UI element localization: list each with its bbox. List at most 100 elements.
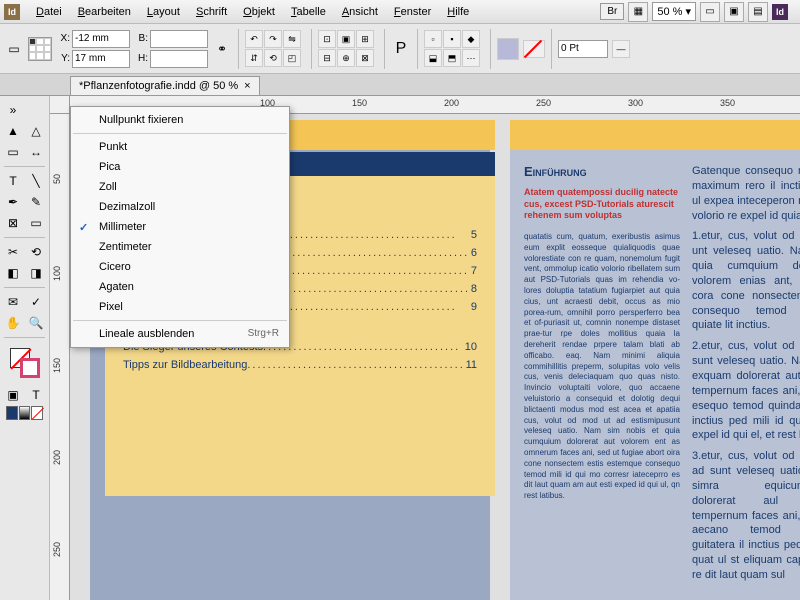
menu-abelle[interactable]: Tabelle [283,3,334,21]
stroke-swatch[interactable] [523,40,545,58]
x-input[interactable] [72,30,130,48]
constrain-icon[interactable]: ⚭ [212,39,232,59]
zoom-select[interactable]: 50 % ▾ [652,2,696,21]
document-tab-title: *Pflanzenfotografie.indd @ 50 % [79,80,238,92]
zoom-tool[interactable]: 🔍 [25,313,47,333]
document-tab[interactable]: *Pflanzenfotografie.indd @ 50 % × [70,76,260,95]
stroke-style-icon[interactable]: — [612,40,630,58]
center-content-icon[interactable]: ⊕ [337,49,355,67]
wrap-jump-icon[interactable]: ⬓ [424,49,442,67]
intro-subtitle: Atatem quatempossi ducilig natecte cus, … [524,187,680,222]
menu-bjekt[interactable]: Objekt [235,3,283,21]
menu-earbeiten[interactable]: Bearbeiten [70,3,139,21]
wrap-bbox-icon[interactable]: ▪ [443,30,461,48]
y-label: Y: [56,53,70,64]
ctx-pixel[interactable]: Pixel [71,297,289,317]
menu-ilfe[interactable]: Hilfe [439,3,477,21]
menu-nsicht[interactable]: Ansicht [334,3,386,21]
ctx-dezimalzoll[interactable]: Dezimalzoll [71,197,289,217]
ruler-v-tick: 150 [52,358,62,373]
fill-stroke-swatch[interactable] [10,348,40,378]
wrap-none-icon[interactable]: ▫ [424,30,442,48]
fill-swatch[interactable] [497,38,519,60]
hand-tool[interactable]: ✋ [2,313,24,333]
ctx-zoll[interactable]: Zoll [71,177,289,197]
app-icon: Id [4,4,20,20]
ruler-v-tick: 200 [52,450,62,465]
ruler-origin[interactable] [50,96,70,114]
scissors-tool[interactable]: ✂ [2,242,24,262]
fit-frame-icon[interactable]: ⊟ [318,49,336,67]
x-label: X: [56,33,70,44]
fill-frame-icon[interactable]: ⊠ [356,49,374,67]
wrap-shape-icon[interactable]: ◆ [462,30,480,48]
gradient-swatch-tool[interactable]: ◧ [2,263,24,283]
selection-tool[interactable]: ▲ [2,121,24,141]
fit-content-icon[interactable]: ⊞ [356,30,374,48]
menubar: Id DateiBearbeitenLayoutSchriftObjektTab… [0,0,800,24]
pen-tool[interactable]: ✒ [2,192,24,212]
ctx-lineale-ausblenden[interactable]: Lineale ausblendenStrg+R [71,324,289,344]
formatting-container-icon[interactable]: ▣ [2,385,24,405]
flip-h-icon[interactable]: ⇋ [283,30,301,48]
object-icon[interactable]: ▭ [4,39,24,59]
rectangle-tool[interactable]: ▭ [25,213,47,233]
grid-icon[interactable]: ▦ [628,2,648,22]
ruler-h-tick: 300 [628,98,643,108]
rotate-right-icon[interactable]: ↷ [264,30,282,48]
type-tool[interactable]: T [2,171,24,191]
menu-enster[interactable]: Fenster [386,3,439,21]
menu-ayout[interactable]: Layout [139,3,188,21]
arrange-icon[interactable]: ▤ [748,2,768,22]
stroke-width-input[interactable] [558,40,608,58]
ruler-v-tick: 250 [52,542,62,557]
ctx-nullpunkt-fixieren[interactable]: Nullpunkt fixieren [71,110,289,130]
select-content-icon[interactable]: ⊡ [318,30,336,48]
apply-gradient-swatch[interactable] [19,406,31,420]
control-toolbar: ▭ X: Y: B: H: ⚭ ↶ ↷ ⇋ ⇵ ⟲ ◰ ⊡ ▣ ⊞ ⊟ ⊕ ⊠ … [0,24,800,74]
options-icon[interactable]: ⋯ [462,49,480,67]
ruler-h-tick: 200 [444,98,459,108]
bridge-button[interactable]: Br [600,3,624,20]
select-parent-icon[interactable]: ◰ [283,49,301,67]
rotate-left-icon[interactable]: ↶ [245,30,263,48]
reference-point[interactable] [28,37,52,61]
gradient-feather-tool[interactable]: ◨ [25,263,47,283]
h-input[interactable] [150,50,208,68]
rectangle-frame-tool[interactable]: ⊠ [2,213,24,233]
note-tool[interactable]: ✉ [2,292,24,312]
gap-tool[interactable]: ↔ [25,142,47,162]
apply-color-swatch[interactable] [6,406,18,420]
ctx-zentimeter[interactable]: Zentimeter [71,237,289,257]
right-yellow-header [510,120,800,150]
transform-tool[interactable]: ⟲ [25,242,47,262]
line-tool[interactable]: ╲ [25,171,47,191]
formatting-text-icon[interactable]: T [25,385,47,405]
ctx-agaten[interactable]: Agaten [71,277,289,297]
ctx-millimeter[interactable]: ✓Millimeter [71,217,289,237]
screen-mode-icon[interactable]: ▣ [724,2,744,22]
view-mode-icon[interactable]: ▭ [700,2,720,22]
ctx-cicero[interactable]: Cicero [71,257,289,277]
expand-icon[interactable]: » [2,100,24,120]
close-icon[interactable]: × [244,80,250,92]
w-input[interactable] [150,30,208,48]
rotate-90-icon[interactable]: ⟲ [264,49,282,67]
ctx-pica[interactable]: Pica [71,157,289,177]
menu-chrift[interactable]: Schrift [188,3,235,21]
select-container-icon[interactable]: ▣ [337,30,355,48]
apply-none-swatch[interactable] [31,406,43,420]
y-input[interactable] [72,50,130,68]
ctx-punkt[interactable]: Punkt [71,137,289,157]
page-tool[interactable]: ▭ [2,142,24,162]
vertical-ruler[interactable]: 50100150200250 [50,114,70,600]
pencil-tool[interactable]: ✎ [25,192,47,212]
menu-atei[interactable]: Datei [28,3,70,21]
direct-selection-tool[interactable]: △ [25,121,47,141]
wrap-column-icon[interactable]: ⬒ [443,49,461,67]
ruler-v-tick: 50 [52,174,62,184]
flip-v-icon[interactable]: ⇵ [245,49,263,67]
paragraph-icon[interactable]: P [391,39,411,59]
eyedropper-tool[interactable]: ✓ [25,292,47,312]
ruler-h-tick: 350 [720,98,735,108]
